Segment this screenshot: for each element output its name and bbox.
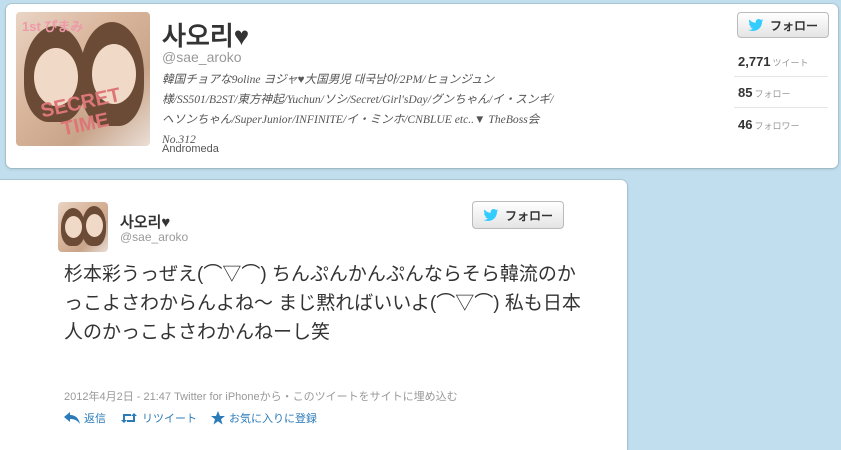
stat-followers-label: フォロワー [754,121,800,131]
stat-followers-value: 46 [738,117,753,132]
stat-tweets-value: 2,771 [738,54,771,69]
stat-tweets[interactable]: 2,771 ツイート [738,54,809,69]
stat-divider [734,107,828,108]
stat-followers[interactable]: 46 フォロワー [738,117,799,132]
profile-bio: 韓国チョアな9oline ヨジャ♥大国男児 대국남아/2PM/ヒョンジュン様/S… [162,73,554,146]
stat-divider [734,76,828,77]
favorite-action[interactable]: お気に入りに登録 [211,410,317,426]
avatar-overlay-top: 1st ぴまみ [22,19,84,34]
tweet-author-handle[interactable]: @sae_aroko [120,230,188,244]
retweet-label: リツイート [142,413,197,425]
stat-following-label: フォロー [754,89,791,99]
tweet-actions: 返信 リツイート お気に入りに登録 [64,410,317,426]
twitter-bird-icon [483,209,499,221]
follow-label: フォロー [769,18,818,33]
reply-label: 返信 [84,413,106,425]
twitter-bird-icon [748,19,764,31]
stat-following-value: 85 [738,85,753,100]
profile-avatar[interactable]: 1st ぴまみ SECRET TIME [16,12,150,146]
stat-tweets-label: ツイート [772,58,809,68]
tweet-card: 사오리♥ @sae_aroko フォロー 杉本彩うっぜえ(⌒▽⌒) ちんぷんかん… [0,180,627,450]
retweet-action[interactable]: リツイート [120,410,197,426]
profile-handle: @sae_aroko [162,49,242,65]
tweet-meta[interactable]: 2012年4月2日 - 21:47 Twitter for iPhoneから・こ… [64,388,458,404]
reply-action[interactable]: 返信 [64,410,106,426]
retweet-icon [121,413,137,423]
tweet-text: 杉本彩うっぜえ(⌒▽⌒) ちんぷんかんぷんならそら韓流のかっこよさわからんよね〜… [64,264,581,343]
profile-card: 1st ぴまみ SECRET TIME 사오리♥ @sae_aroko 韓国チョ… [6,4,838,168]
reply-icon [64,412,80,424]
star-icon [211,411,225,425]
tweet-avatar[interactable] [58,202,108,252]
tweet-follow-button[interactable]: フォロー [472,201,564,229]
profile-name: 사오리♥ [162,21,250,51]
stat-following[interactable]: 85 フォロー [738,85,790,100]
tweet-author-name[interactable]: 사오리♥ [120,211,170,232]
profile-location: Andromeda [162,143,219,155]
follow-label: フォロー [504,208,553,223]
favorite-label: お気に入りに登録 [229,413,317,425]
profile-follow-button[interactable]: フォロー [737,12,829,38]
